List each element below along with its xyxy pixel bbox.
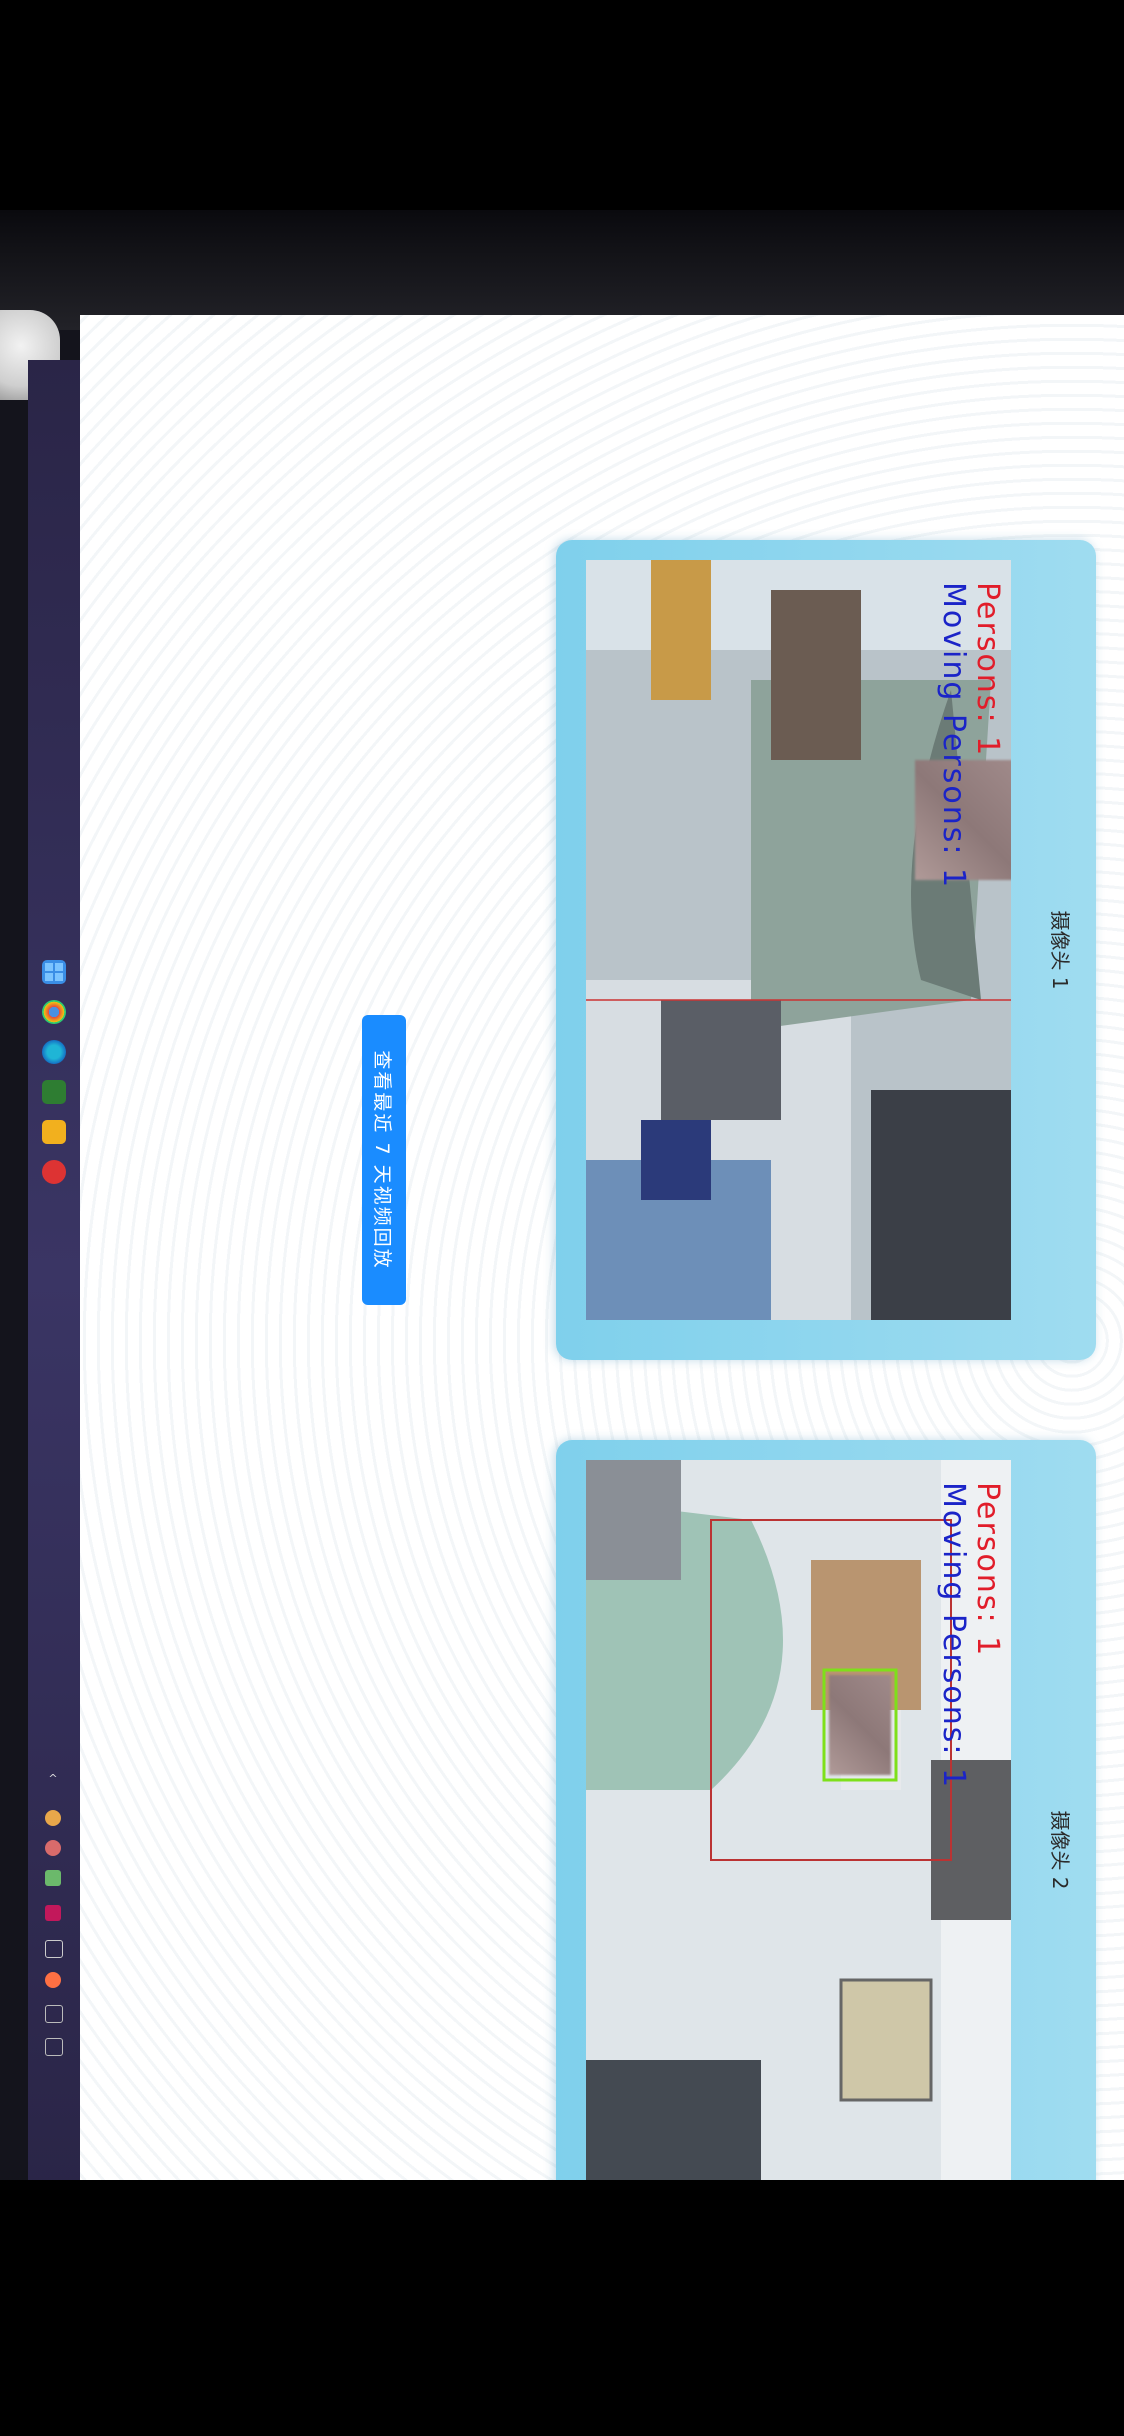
- tray-icon[interactable]: [45, 1810, 61, 1826]
- photographed-monitor: ^ 摄像头 1 Persons: 1 Moving Persons: 1 摄像头…: [0, 210, 1124, 2180]
- view-7-day-replay-button[interactable]: 查看最近 7 天视频回放: [362, 1015, 406, 1305]
- tray-icon[interactable]: [45, 1905, 61, 1921]
- monitor-bezel: [0, 210, 1124, 330]
- tray-icon[interactable]: [45, 1972, 61, 1988]
- camera-card-1: 摄像头 1 Persons: 1 Moving Persons: 1: [556, 540, 1096, 1360]
- windows-taskbar: ^: [28, 360, 80, 2180]
- windows-start-icon[interactable]: [42, 960, 66, 984]
- tray-icon[interactable]: [45, 1840, 61, 1856]
- network-icon[interactable]: [45, 1870, 61, 1886]
- chevron-up-icon[interactable]: ^: [45, 1770, 61, 1786]
- camera-video-feed[interactable]: Persons: 1 Moving Persons: 1: [586, 1460, 1011, 2180]
- app-icon[interactable]: [42, 1160, 66, 1184]
- tray-icon[interactable]: [45, 2038, 63, 2056]
- persons-count-overlay: Persons: 1: [970, 582, 1005, 758]
- chrome-icon[interactable]: [42, 1000, 66, 1024]
- image-app-icon[interactable]: [42, 1080, 66, 1104]
- camera-title: 摄像头 2: [1048, 1810, 1072, 1890]
- page-content: 摄像头 1 Persons: 1 Moving Persons: 1 摄像头 2…: [80, 315, 1124, 2180]
- tray-icon[interactable]: [45, 2005, 63, 2023]
- camera-title: 摄像头 1: [1048, 910, 1072, 990]
- browser-page: 摄像头 1 Persons: 1 Moving Persons: 1 摄像头 2…: [80, 315, 1124, 2180]
- camera-video-feed[interactable]: Persons: 1 Moving Persons: 1: [586, 560, 1011, 1320]
- moving-persons-overlay: Moving Persons: 1: [936, 582, 971, 890]
- edge-icon[interactable]: [42, 1040, 66, 1064]
- photo-bottom-border: [0, 2180, 1124, 2436]
- persons-count-overlay: Persons: 1: [970, 1482, 1005, 1658]
- tray-icon[interactable]: [45, 1940, 63, 1958]
- moving-persons-overlay: Moving Persons: 1: [936, 1482, 971, 1790]
- folder-icon[interactable]: [42, 1120, 66, 1144]
- face-blur: [829, 1675, 891, 1775]
- camera-card-2: 摄像头 2 Persons: 1 Moving Persons: 1: [556, 1440, 1096, 2180]
